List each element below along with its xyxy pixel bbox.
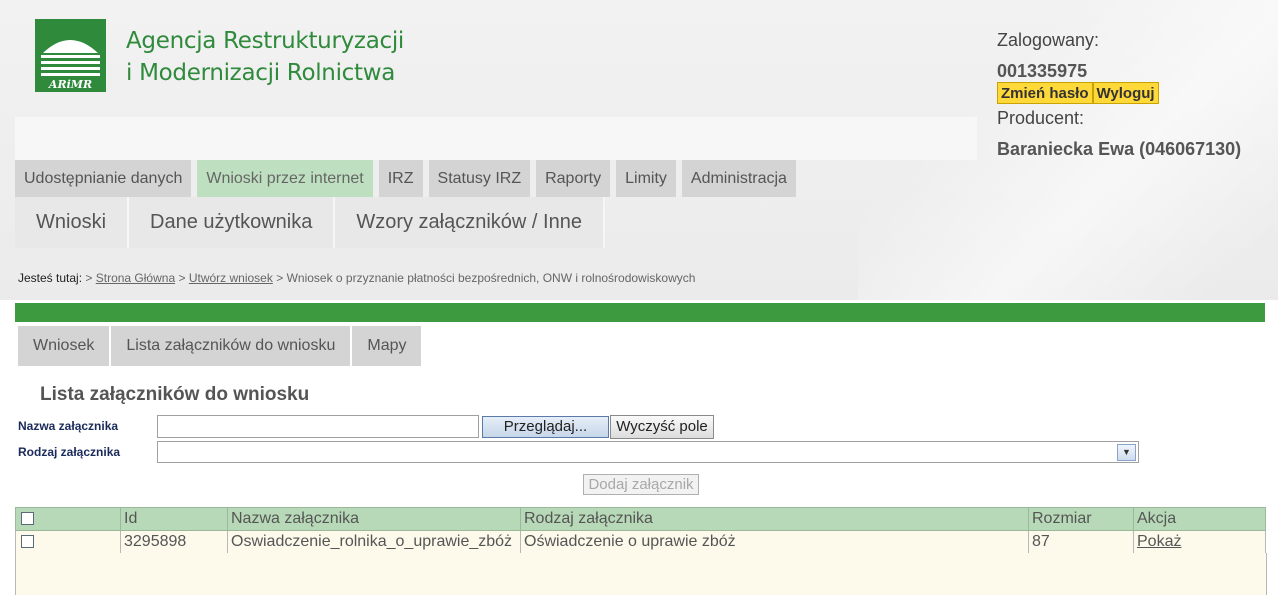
- producer-name: Baraniecka Ewa (046067130): [997, 139, 1242, 159]
- tab-maps[interactable]: Mapy: [352, 326, 422, 366]
- arimr-logo: ARiMR: [35, 19, 106, 92]
- select-all-checkbox[interactable]: [21, 512, 34, 526]
- breadcrumb-separator: >: [276, 271, 284, 285]
- attachment-type-select[interactable]: ▼: [157, 441, 1139, 463]
- column-header-id[interactable]: Id: [120, 507, 228, 531]
- nav-tab-irz[interactable]: IRZ: [378, 160, 423, 197]
- user-buttons: Zmień hasło Wyloguj: [997, 82, 1159, 104]
- breadcrumb: Jesteś tutaj: > Strona Główna > Utwórz w…: [18, 271, 695, 285]
- attachment-name-label: Nazwa załącznika: [18, 419, 119, 433]
- nav-tab-reports[interactable]: Raporty: [536, 160, 611, 197]
- cell-size: 87: [1028, 530, 1134, 554]
- cell-id: 3295898: [120, 530, 228, 554]
- nav-tab-irz-statuses[interactable]: Statusy IRZ: [428, 160, 531, 197]
- table-header-row: Id Nazwa załącznika Rodzaj załącznika Ro…: [15, 507, 1266, 531]
- breadcrumb-current: Wniosek o przyznanie płatności bezpośred…: [286, 271, 696, 285]
- subnav-tab-attachment-templates[interactable]: Wzory załączników / Inne: [335, 197, 605, 248]
- add-attachment-button: Dodaj załącznik: [583, 474, 699, 495]
- main-navigation: Udostępnianie danych Wnioski przez inter…: [15, 160, 796, 197]
- column-header-type[interactable]: Rodzaj załącznika: [520, 507, 1029, 531]
- header-band: [15, 117, 977, 160]
- clear-field-button[interactable]: Wyczyść pole: [610, 415, 714, 439]
- login-id: 001335975: [997, 61, 1088, 81]
- sub-navigation: Wnioski Dane użytkownika Wzory załącznik…: [15, 197, 605, 248]
- cell-name: Oswiadczenie_rolnika_o_uprawie_zbóż: [227, 530, 521, 554]
- table-row: 3295898 Oswiadczenie_rolnika_o_uprawie_z…: [15, 530, 1266, 554]
- attachments-table: Id Nazwa załącznika Rodzaj załącznika Ro…: [15, 507, 1266, 554]
- breadcrumb-separator: >: [85, 271, 93, 285]
- green-divider-bar: [15, 303, 1265, 322]
- select-all-header: [15, 507, 121, 531]
- section-title: Lista załączników do wniosku: [40, 384, 310, 405]
- producer-label: Producent:: [997, 108, 1085, 128]
- cell-type: Oświadczenie o uprawie zbóż: [520, 530, 1029, 554]
- column-header-name[interactable]: Nazwa załącznika: [227, 507, 521, 531]
- tab-attachments-list[interactable]: Lista załączników do wniosku: [111, 326, 351, 366]
- show-attachment-link[interactable]: Pokaż: [1137, 533, 1181, 550]
- org-name-line1: Agencja Restrukturyzacji: [126, 28, 405, 54]
- svg-text:ARiMR: ARiMR: [48, 78, 92, 91]
- tab-application[interactable]: Wniosek: [18, 326, 110, 366]
- org-name-line2: i Modernizacji Rolnictwa: [126, 60, 396, 86]
- breadcrumb-link-create-application[interactable]: Utwórz wniosek: [189, 271, 273, 285]
- nav-tab-online-applications[interactable]: Wnioski przez internet: [197, 160, 373, 197]
- nav-tab-administration[interactable]: Administracja: [681, 160, 796, 197]
- nav-tab-data-sharing[interactable]: Udostępnianie danych: [15, 160, 192, 197]
- subnav-tab-user-data[interactable]: Dane użytkownika: [129, 197, 336, 248]
- subnav-tab-applications[interactable]: Wnioski: [15, 197, 130, 248]
- application-tabs: Wniosek Lista załączników do wniosku Map…: [18, 326, 422, 366]
- column-header-action: Akcja: [1133, 507, 1266, 531]
- attachment-type-label: Rodzaj załącznika: [18, 445, 121, 459]
- attachment-file-input[interactable]: [157, 415, 479, 438]
- nav-tab-limits[interactable]: Limity: [616, 160, 676, 197]
- breadcrumb-link-home[interactable]: Strona Główna: [96, 271, 175, 285]
- table-empty-area: [15, 553, 1267, 595]
- organization-name: Agencja Restrukturyzacji i Modernizacji …: [126, 25, 404, 89]
- breadcrumb-prefix: Jesteś tutaj:: [18, 271, 83, 285]
- row-select-cell: [15, 530, 121, 554]
- column-header-size[interactable]: Rozmiar: [1028, 507, 1134, 531]
- breadcrumb-separator: >: [178, 271, 186, 285]
- cell-action: Pokaż: [1133, 530, 1266, 554]
- change-password-button[interactable]: Zmień hasło: [997, 82, 1093, 104]
- logout-button[interactable]: Wyloguj: [1092, 82, 1159, 104]
- row-checkbox[interactable]: [21, 535, 34, 549]
- logged-in-label: Zalogowany:: [997, 30, 1100, 50]
- browse-button[interactable]: Przeglądaj...: [482, 416, 609, 438]
- chevron-down-icon[interactable]: ▼: [1117, 444, 1136, 461]
